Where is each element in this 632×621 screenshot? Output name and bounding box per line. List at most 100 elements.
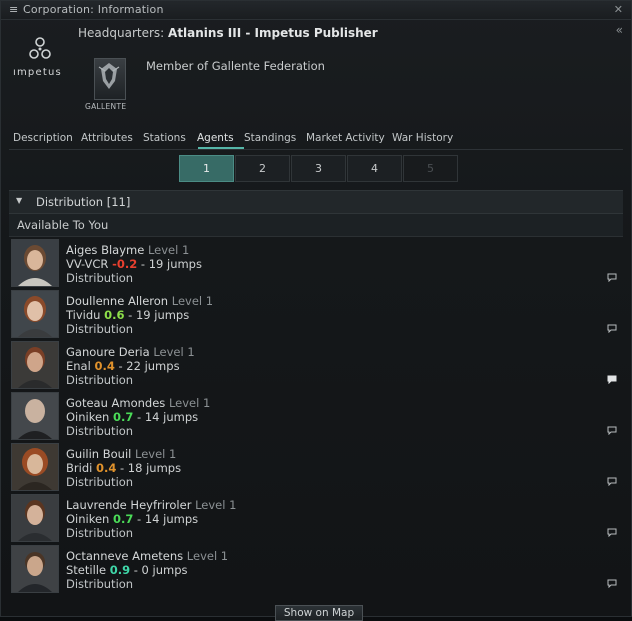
chat-icon[interactable] (607, 528, 617, 537)
agent-security: -0.2 (112, 257, 138, 271)
agent-list: Aiges Blayme Level 1 VV-VCR -0.2 - 19 ju… (9, 237, 623, 593)
portrait-icon (12, 393, 58, 439)
agent-row[interactable]: Lauvrende Heyfriroler Level 1 Oiniken 0.… (9, 492, 623, 543)
agent-security: 0.7 (113, 410, 134, 424)
agent-portrait[interactable] (11, 392, 59, 440)
agent-portrait[interactable] (11, 290, 59, 338)
page-button-5: 5 (403, 155, 458, 182)
section-title: Distribution [11] (36, 195, 131, 209)
collapse-icon[interactable]: « (616, 23, 623, 37)
agent-portrait[interactable] (11, 494, 59, 542)
chat-icon[interactable] (607, 273, 617, 282)
chat-icon[interactable] (607, 477, 617, 486)
chat-icon[interactable] (607, 426, 617, 435)
portrait-icon (12, 240, 58, 286)
corp-logo-text: ımpetus (13, 67, 62, 78)
agent-name[interactable]: Guilin Bouil (66, 447, 131, 461)
corporation-info-window: ≡ Corporation: Information ✕ ımpetus Hea… (0, 0, 632, 621)
portrait-icon (12, 495, 58, 541)
agent-system[interactable]: Bridi (66, 461, 92, 475)
agent-row[interactable]: Goteau Amondes Level 1 Oiniken 0.7 - 14 … (9, 390, 623, 441)
agent-name[interactable]: Aiges Blayme (66, 243, 144, 257)
subheader-title: Available To You (17, 218, 109, 232)
agent-name[interactable]: Lauvrende Heyfriroler (66, 498, 191, 512)
tab-description[interactable]: Description (13, 132, 73, 144)
agent-name[interactable]: Goteau Amondes (66, 396, 165, 410)
portrait-icon (12, 444, 58, 490)
agent-system[interactable]: VV-VCR (66, 257, 108, 271)
agent-level: Level 1 (168, 396, 211, 410)
tab-stations[interactable]: Stations (143, 132, 186, 144)
faction-emblem[interactable] (94, 58, 126, 100)
available-subheader: Available To You (9, 214, 623, 237)
agent-system[interactable]: Tividu (66, 308, 100, 322)
agent-portrait[interactable] (11, 443, 59, 491)
chat-icon[interactable] (607, 375, 617, 384)
page-button-3[interactable]: 3 (291, 155, 346, 182)
chat-icon[interactable] (607, 579, 617, 588)
chat-icon[interactable] (607, 324, 617, 333)
agent-division: Distribution (66, 271, 134, 285)
tab-agents[interactable]: Agents (197, 132, 234, 144)
caret-down-icon[interactable]: ▼ (16, 196, 22, 205)
tab-standings[interactable]: Standings (244, 132, 296, 144)
agent-jumps: - 19 jumps (128, 308, 190, 322)
tab-market-activity[interactable]: Market Activity (306, 132, 385, 144)
titlebar[interactable]: ≡ Corporation: Information ✕ (1, 1, 631, 20)
agent-jumps: - 0 jumps (133, 563, 188, 577)
agent-row[interactable]: Ganoure Deria Level 1 Enal 0.4 - 22 jump… (9, 339, 623, 390)
member-of-text: Member of Gallente Federation (146, 59, 325, 73)
agent-level: Level 1 (195, 498, 237, 512)
agent-name[interactable]: Ganoure Deria (66, 345, 150, 359)
tab-attributes[interactable]: Attributes (81, 132, 133, 144)
agent-portrait[interactable] (11, 545, 59, 593)
agent-system[interactable]: Stetille (66, 563, 106, 577)
agent-security: 0.9 (109, 563, 131, 577)
menu-icon[interactable]: ≡ (9, 3, 18, 16)
faction-label: GALLENTE (85, 102, 127, 111)
page-button-2[interactable]: 2 (235, 155, 290, 182)
hq-value[interactable]: Atlanins III - Impetus Publisher (168, 26, 378, 40)
agent-system[interactable]: Oiniken (66, 512, 109, 526)
agent-jumps: - 19 jumps (140, 257, 202, 271)
agent-portrait[interactable] (11, 341, 59, 389)
impetus-logo-icon (29, 37, 51, 59)
agent-division: Distribution (66, 526, 134, 540)
agent-jumps: - 22 jumps (118, 359, 180, 373)
hq-label: Headquarters: (78, 26, 165, 40)
agent-name[interactable]: Octanneve Ametens (66, 549, 183, 563)
agent-security: 0.4 (95, 461, 117, 475)
portrait-icon (12, 342, 58, 388)
agent-division: Distribution (66, 424, 134, 438)
page-button-4[interactable]: 4 (347, 155, 402, 182)
headquarters: Headquarters: Atlanins III - Impetus Pub… (78, 26, 378, 40)
portrait-icon (12, 291, 58, 337)
agent-system[interactable]: Enal (66, 359, 91, 373)
agent-security: 0.7 (113, 512, 134, 526)
agent-level: Level 1 (186, 549, 229, 563)
agent-system[interactable]: Oiniken (66, 410, 109, 424)
close-icon[interactable]: ✕ (614, 3, 623, 16)
gallente-emblem-icon (98, 63, 120, 89)
page-button-1[interactable]: 1 (179, 155, 234, 182)
agent-level: Level 1 (135, 447, 177, 461)
tab-war-history[interactable]: War History (392, 132, 453, 144)
agent-level: Level 1 (171, 294, 214, 308)
corp-logo: ımpetus (11, 33, 69, 83)
agent-row[interactable]: Doullenne Alleron Level 1 Tividu 0.6 - 1… (9, 288, 623, 339)
agent-level: Level 1 (153, 345, 195, 359)
agent-jumps: - 14 jumps (137, 512, 199, 526)
page-selector: 1 2 3 4 5 (179, 155, 459, 183)
agent-division: Distribution (66, 475, 134, 489)
distribution-section-header[interactable]: ▼ Distribution [11] (9, 190, 623, 214)
agent-row[interactable]: Aiges Blayme Level 1 VV-VCR -0.2 - 19 ju… (9, 237, 623, 288)
agent-name[interactable]: Doullenne Alleron (66, 294, 168, 308)
agent-portrait[interactable] (11, 239, 59, 287)
tab-bar: Description Attributes Stations Agents S… (9, 129, 623, 150)
agent-row[interactable]: Octanneve Ametens Level 1 Stetille 0.9 -… (9, 543, 623, 594)
agent-row[interactable]: Guilin Bouil Level 1 Bridi 0.4 - 18 jump… (9, 441, 623, 492)
show-on-map-button[interactable]: Show on Map (275, 605, 363, 621)
agent-security: 0.6 (104, 308, 125, 322)
window-title: Corporation: Information (23, 3, 164, 16)
agent-division: Distribution (66, 373, 134, 387)
